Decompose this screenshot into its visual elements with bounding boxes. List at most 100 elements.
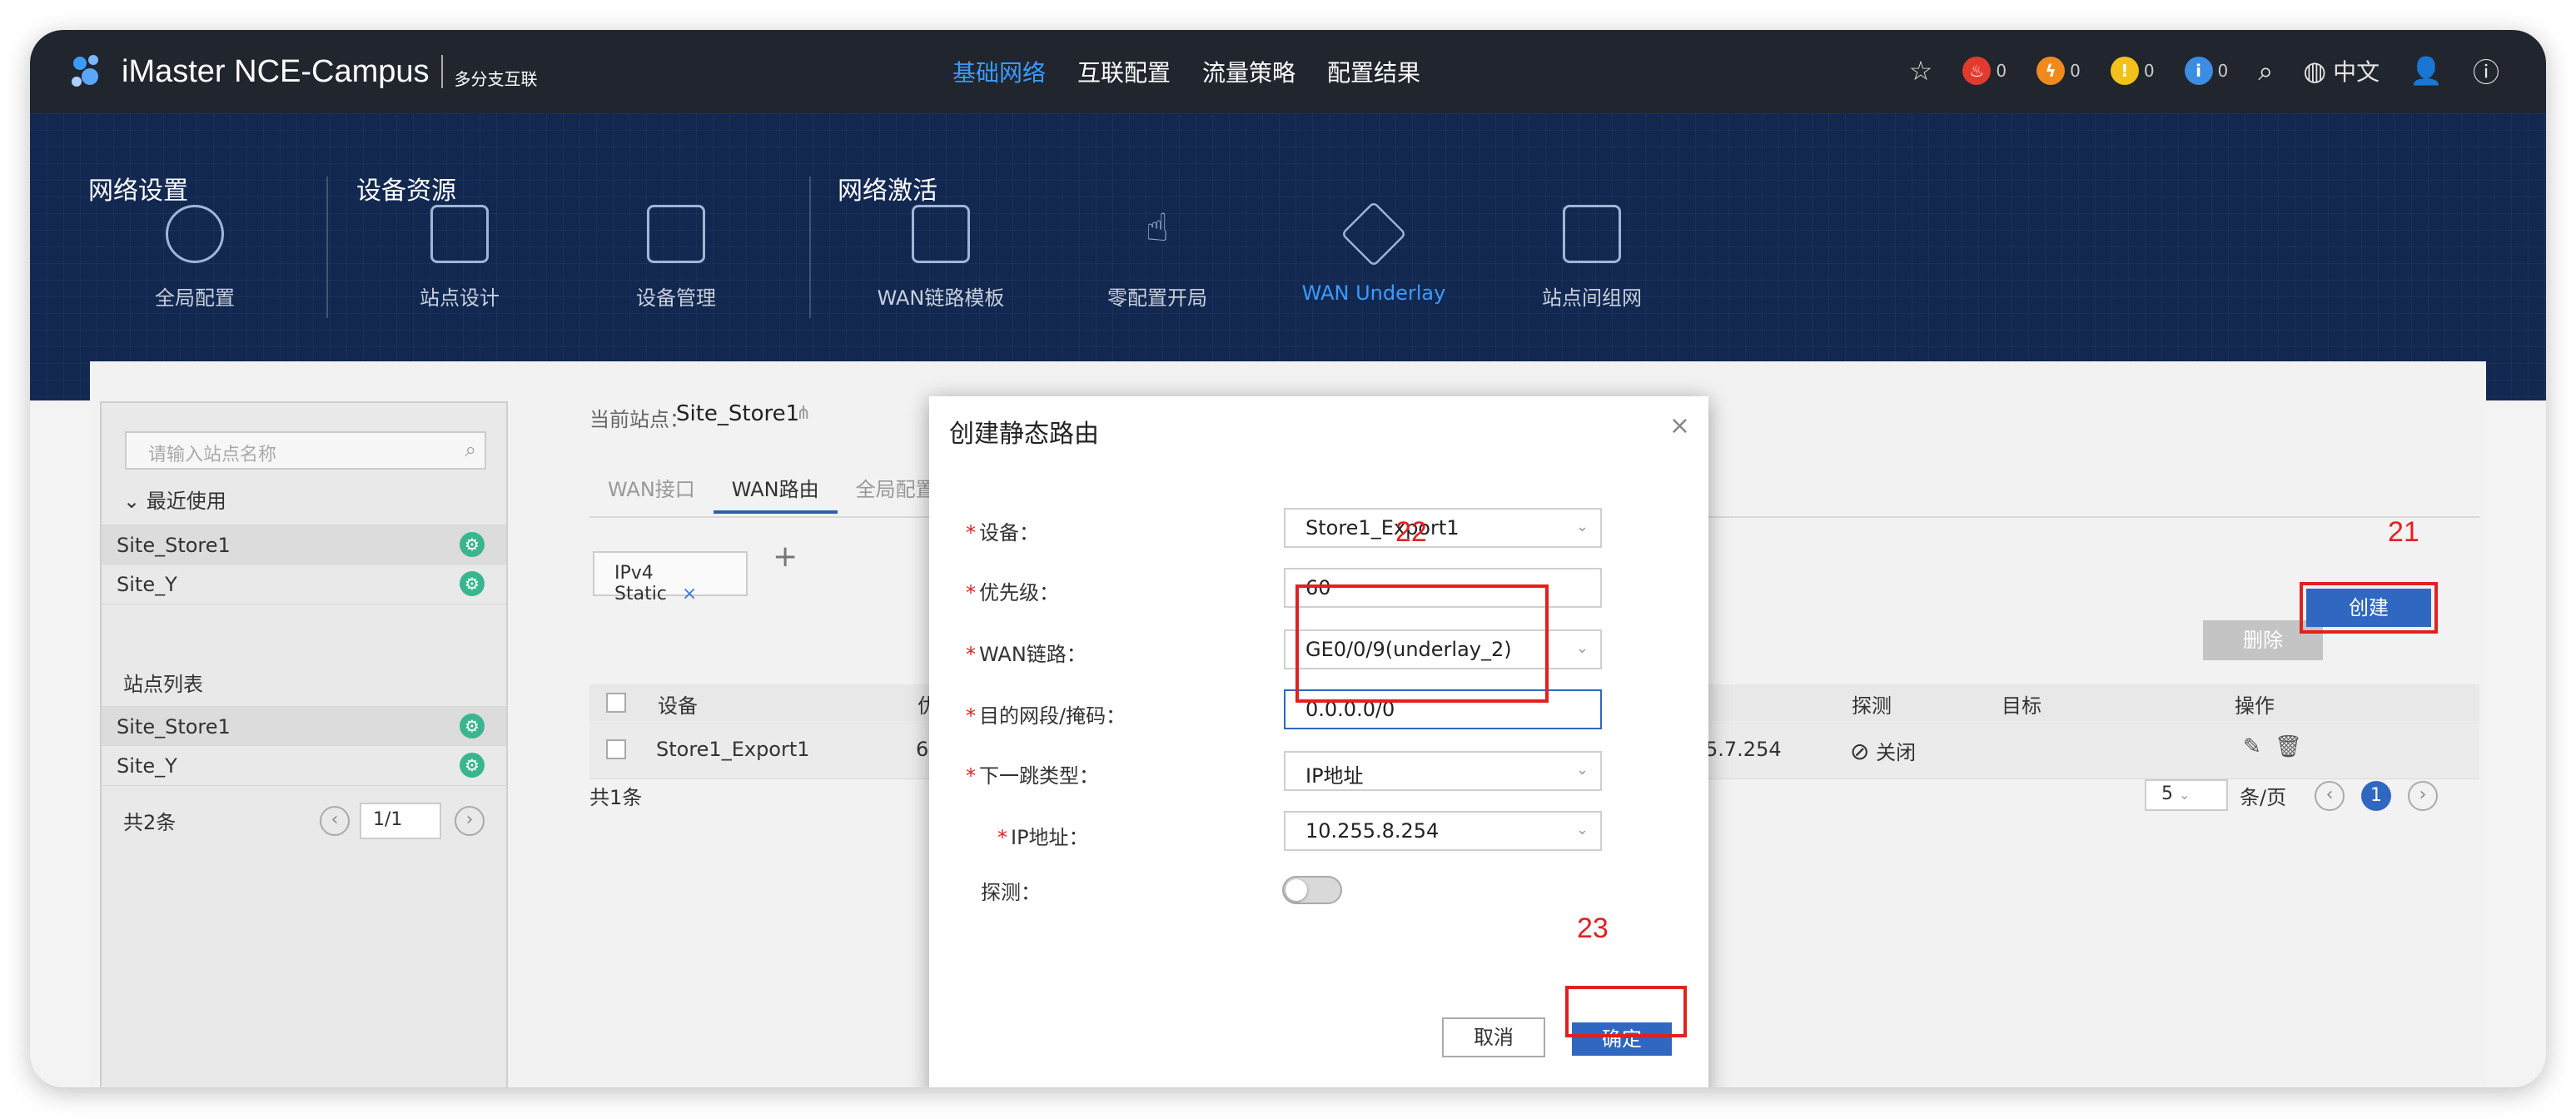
- ip-address-select[interactable]: 10.255.8.254 ⌄: [1284, 811, 1602, 851]
- prev-page-icon[interactable]: ‹: [2315, 781, 2345, 811]
- info-alarm-icon: i: [2184, 57, 2213, 85]
- nav-traffic-policy[interactable]: 流量策略: [1202, 55, 1295, 88]
- annotation-21: 21: [2388, 516, 2419, 548]
- recent-site-item[interactable]: Site_Store1 ⚙: [102, 525, 506, 564]
- major-alarm[interactable]: ϟ0: [2036, 57, 2081, 85]
- major-alarm-icon: ϟ: [2036, 57, 2066, 85]
- cancel-button[interactable]: 取消: [1442, 1017, 1545, 1057]
- search-icon[interactable]: ⌕: [465, 438, 476, 461]
- chevron-down-icon: ⌄: [1575, 518, 1589, 535]
- brand-logo[interactable]: iMaster NCE-Campus 多分支互联: [68, 48, 538, 95]
- row-checkbox[interactable]: [606, 739, 626, 759]
- site-list-item[interactable]: Site_Y ⚙: [102, 746, 506, 786]
- minor-alarm[interactable]: ! 0: [2110, 57, 2155, 85]
- site-list-label: 站点列表: [123, 673, 203, 696]
- probe-label: 探测：: [981, 881, 1041, 904]
- chevron-down-icon: ⌄: [1575, 639, 1589, 657]
- site-panel: 请输入站点名称 ⌕ ⌄ 最近使用 Site_Store1 ⚙ Site_Y ⚙ 站点…: [100, 401, 508, 1087]
- annotation-box-22: [1295, 584, 1549, 703]
- fn-zero-touch[interactable]: ☝ 零配置开局: [1074, 205, 1241, 311]
- annotation-box-21: [2300, 582, 2438, 634]
- route-type-tab[interactable]: IPv4 Static ×: [593, 551, 748, 604]
- critical-alarm-count: 0: [1996, 61, 2007, 81]
- fn-wan-underlay[interactable]: WAN Underlay: [1290, 201, 1457, 305]
- site-list-item[interactable]: Site_Store1 ⚙: [102, 706, 506, 746]
- gear-icon[interactable]: ⚙: [460, 571, 485, 596]
- nav-config-result[interactable]: 配置结果: [1327, 55, 1420, 88]
- search-placeholder: 请输入站点名称: [148, 445, 277, 465]
- info-alarm[interactable]: i0: [2184, 57, 2228, 85]
- nexthop-type-select[interactable]: IP地址 ⌄: [1284, 751, 1602, 791]
- edit-icon[interactable]: ✎: [2243, 734, 2261, 759]
- major-alarm-count: 0: [2070, 61, 2081, 81]
- priority-label: * 优先级：: [966, 581, 1059, 604]
- page-size-select[interactable]: 5 ⌄: [2145, 779, 2228, 811]
- annotation-box-23: [1565, 986, 1687, 1037]
- recent-site-item[interactable]: Site_Y ⚙: [102, 564, 506, 604]
- ip-address-value: 10.255.8.254: [1305, 819, 1440, 843]
- critical-alarm[interactable]: ♨ 0: [1962, 57, 2007, 85]
- next-page-icon[interactable]: ›: [455, 806, 485, 836]
- add-tab-icon[interactable]: +: [773, 540, 798, 574]
- annotation-23: 23: [1577, 913, 1609, 944]
- gear-icon[interactable]: ⚙: [460, 714, 485, 739]
- fn-site-design[interactable]: 站点设计: [376, 205, 543, 311]
- row-nexthop: 5.7.254: [1705, 738, 1782, 761]
- nexthop-type-label: * 下一跳类型：: [966, 764, 1099, 788]
- site-network-icon: [1563, 205, 1621, 263]
- gear-icon[interactable]: ⚙: [460, 532, 485, 557]
- header-target: 目标: [2002, 694, 2041, 718]
- search-icon[interactable]: ⌕: [2258, 55, 2273, 87]
- tab-wan-interface[interactable]: WAN接口: [589, 473, 714, 514]
- site-page-select[interactable]: 1/1: [360, 803, 441, 839]
- gear-icon[interactable]: ⚙: [460, 753, 485, 778]
- server-gear-icon: [647, 205, 705, 263]
- site-search-input[interactable]: 请输入站点名称 ⌕: [125, 431, 486, 470]
- probe-toggle[interactable]: [1282, 876, 1342, 904]
- table-total: 共1条: [589, 786, 643, 809]
- star-icon[interactable]: ☆: [1909, 55, 1933, 87]
- touch-icon: ☝: [1145, 205, 1169, 250]
- help-icon[interactable]: ⓘ: [2473, 52, 2499, 90]
- site-name: Site_Store1: [117, 715, 231, 739]
- recent-toggle[interactable]: ⌄ 最近使用: [123, 485, 226, 514]
- fn-site-networking[interactable]: 站点间组网: [1509, 205, 1675, 311]
- next-page-icon[interactable]: ›: [2408, 781, 2438, 811]
- fn-label: WAN链路模板: [877, 286, 1005, 310]
- toolbar: ☆ ♨ 0 ϟ0 ! 0 i0 ⌕ ◍ 中文 👤 ⓘ: [1909, 52, 2499, 90]
- fn-label: 全局配置: [155, 286, 235, 310]
- row-probe: ⊘ 关闭: [1850, 736, 1916, 765]
- minor-alarm-icon: !: [2110, 57, 2139, 85]
- group-divider: [809, 177, 811, 318]
- close-icon[interactable]: ×: [1669, 411, 1690, 440]
- group-network-settings: 网络设置: [88, 177, 188, 206]
- tab-wan-route[interactable]: WAN路由: [713, 473, 838, 514]
- create-static-route-dialog: 创建静态路由 × * 设备： Store1_Export1 ⌄ * 优先级： 60 *…: [929, 396, 1708, 1087]
- group-device-resources: 设备资源: [356, 177, 456, 206]
- delete-icon[interactable]: 🗑: [2275, 734, 2302, 759]
- recent-label: 最近使用: [146, 490, 226, 513]
- fn-global-config[interactable]: 全局配置: [112, 205, 278, 311]
- page-size-unit: 条/页: [2240, 786, 2287, 809]
- page-current[interactable]: 1: [2361, 781, 2391, 811]
- fn-wan-link-template[interactable]: WAN链路模板: [858, 205, 1024, 311]
- link-template-icon: [912, 205, 970, 263]
- close-icon[interactable]: ×: [682, 584, 697, 604]
- chevron-down-icon: ⌄: [2179, 787, 2191, 803]
- header-actions: 操作: [2235, 694, 2275, 718]
- prev-page-icon[interactable]: ‹: [320, 806, 350, 836]
- select-all-checkbox[interactable]: [606, 693, 626, 713]
- fn-device-management[interactable]: 设备管理: [593, 205, 759, 311]
- nav-basic-network[interactable]: 基础网络: [952, 55, 1046, 88]
- fn-label: 零配置开局: [1107, 286, 1207, 310]
- user-icon[interactable]: 👤: [2409, 55, 2443, 87]
- current-site-label: 当前站点：: [589, 408, 689, 431]
- main-nav: 基础网络 互联配置 流量策略 配置结果: [952, 55, 1420, 88]
- language-switch[interactable]: ◍ 中文: [2303, 54, 2380, 87]
- topology-icon[interactable]: ⋔: [796, 403, 811, 424]
- device-select[interactable]: Store1_Export1 ⌄: [1284, 508, 1602, 548]
- fn-label: WAN Underlay: [1301, 281, 1446, 305]
- nav-interconnect[interactable]: 互联配置: [1077, 55, 1171, 88]
- app-window: iMaster NCE-Campus 多分支互联 基础网络 互联配置 流量策略 …: [30, 30, 2546, 1087]
- site-name: Site_Store1: [117, 534, 231, 557]
